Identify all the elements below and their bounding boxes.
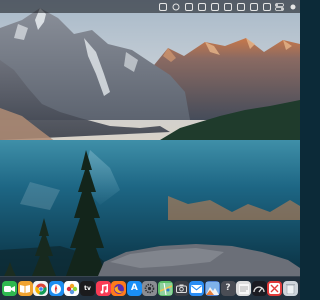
menubar-app-9-icon[interactable] xyxy=(261,1,272,12)
dock-app-mail-icon[interactable] xyxy=(189,281,205,296)
dock-app-facetime-icon[interactable] xyxy=(2,281,17,296)
dock-app-help-icon[interactable]: ? xyxy=(220,281,236,296)
dock-app-settings-icon[interactable] xyxy=(142,281,158,296)
notification-center-icon[interactable] xyxy=(287,1,298,12)
menubar-app-4-icon[interactable] xyxy=(196,1,207,12)
dock-app-screenshot-icon[interactable] xyxy=(173,281,189,296)
dock-app-trash-icon[interactable] xyxy=(282,281,298,296)
menubar-app-3-icon[interactable] xyxy=(183,1,194,12)
dock-app-launcher-icon[interactable] xyxy=(267,281,283,296)
dock-app-books-icon[interactable] xyxy=(17,281,33,296)
menubar-app-7-icon[interactable] xyxy=(235,1,246,12)
menubar-app-1-icon[interactable] xyxy=(157,1,168,12)
menubar-app-8-icon[interactable] xyxy=(248,1,259,12)
dock-app-maps-icon[interactable] xyxy=(158,281,174,296)
mountain-lake-wallpaper xyxy=(0,0,300,276)
menubar-app-5-icon[interactable] xyxy=(209,1,220,12)
dock-app-gallery-icon[interactable] xyxy=(204,281,220,296)
control-center-icon[interactable] xyxy=(274,1,285,12)
dock-app-safari-icon[interactable] xyxy=(48,281,64,296)
dock-app-notes-icon[interactable] xyxy=(236,281,252,296)
dock-app-chrome-icon[interactable] xyxy=(33,281,49,296)
dock-app-firefox-icon[interactable] xyxy=(111,281,127,296)
menubar-app-6-icon[interactable] xyxy=(222,1,233,12)
dock-app-speedtest-icon[interactable] xyxy=(251,281,267,296)
dock-app-music-icon[interactable] xyxy=(95,281,111,296)
dock-app-app-store-icon[interactable]: A xyxy=(126,281,142,296)
dock-app-apple-tv-icon[interactable]: tv xyxy=(80,281,96,296)
dock-app-photos-icon[interactable] xyxy=(64,281,80,296)
menubar-app-2-icon[interactable] xyxy=(170,1,181,12)
menu-bar xyxy=(0,0,300,13)
dock: tv A? xyxy=(0,276,300,300)
